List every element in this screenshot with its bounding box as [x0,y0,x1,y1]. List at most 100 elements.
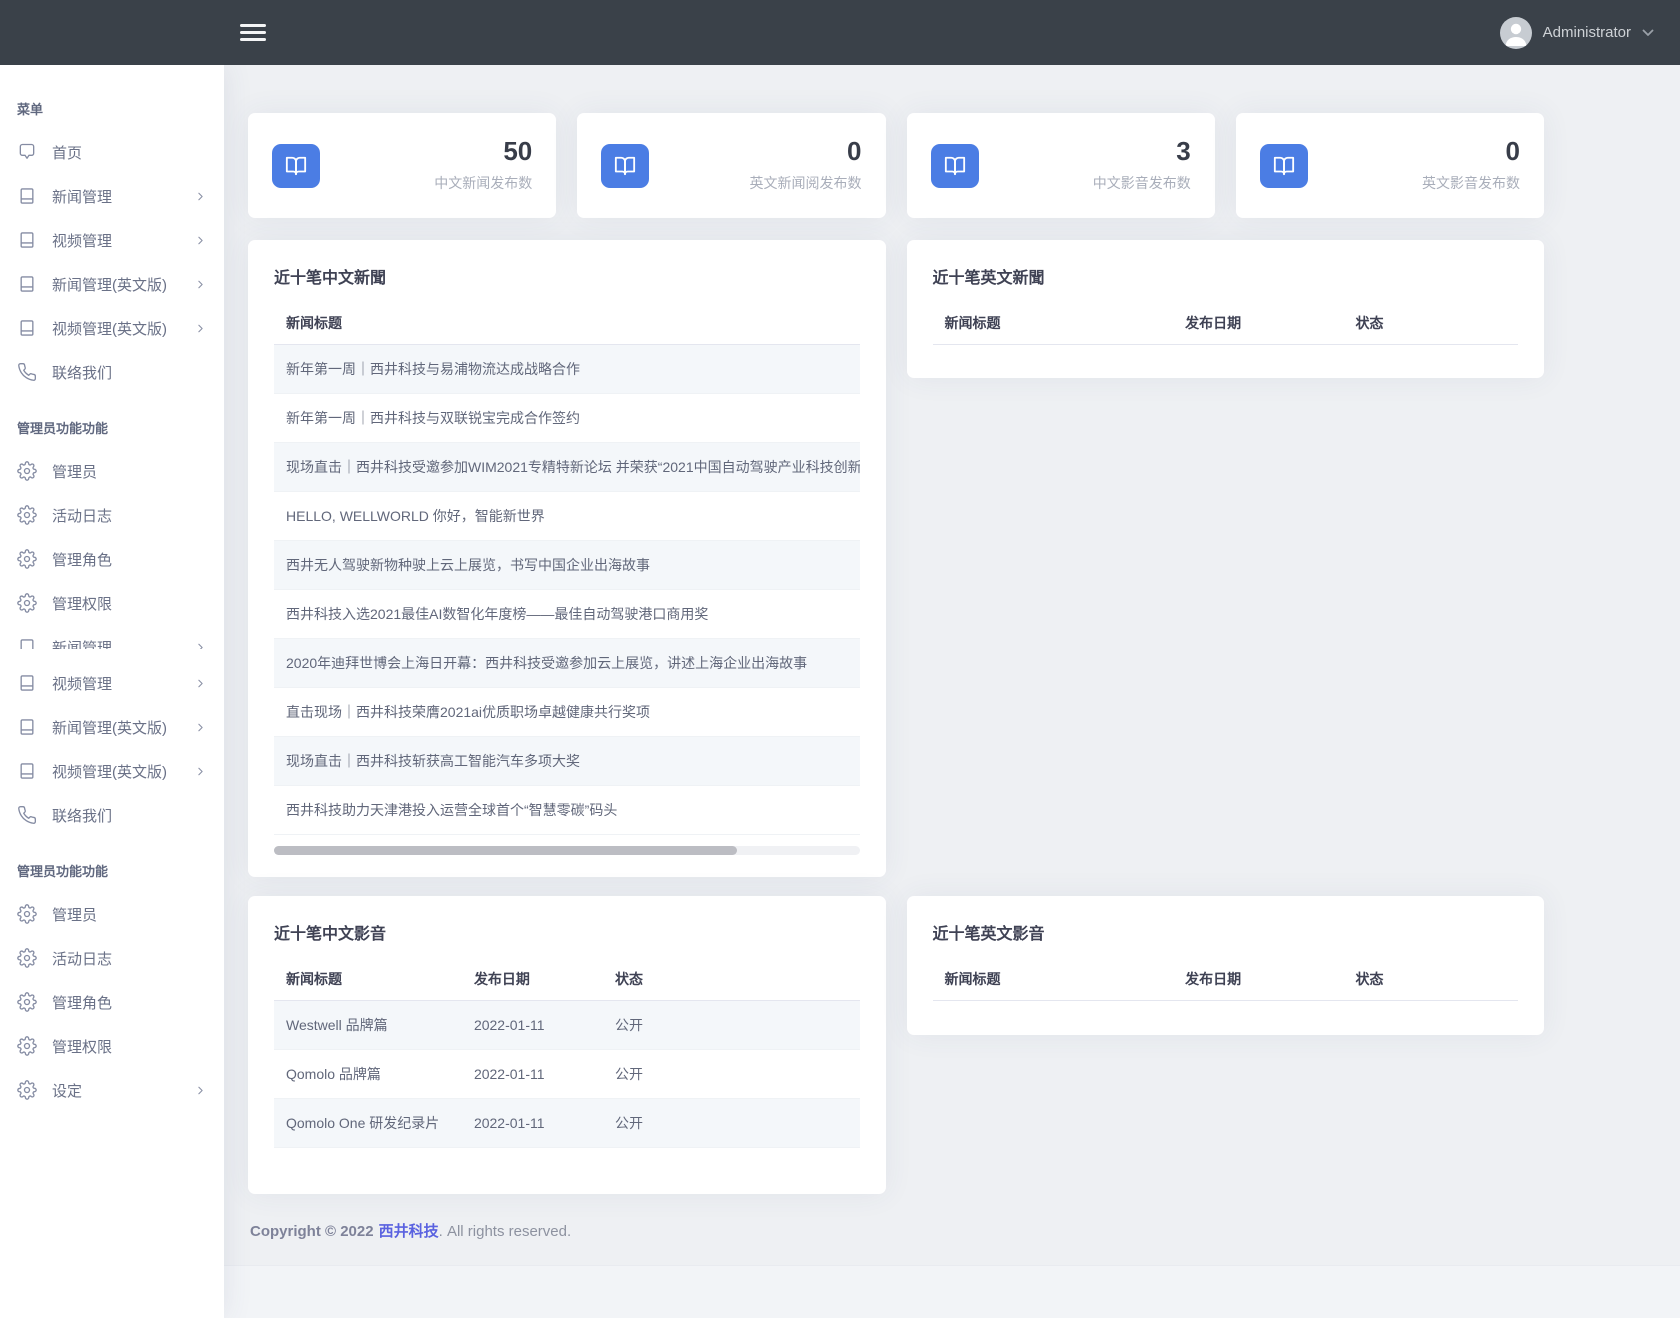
column-header: 发布日期 [1173,302,1343,345]
horizontal-scrollbar[interactable] [274,846,860,855]
panel-title: 近十笔中文新聞 [274,264,860,288]
book-open-icon [285,155,307,177]
book-icon [17,318,37,338]
sidebar-item[interactable]: 视频管理 [0,218,224,262]
sidebar-item[interactable]: 设定 [0,1068,224,1112]
sidebar-item-label: 新闻管理 [52,637,179,650]
gear-icon [17,549,37,569]
username: Administrator [1543,24,1631,41]
stat-icon-badge [931,144,979,188]
video-row[interactable]: Westwell 品牌篇 2022-01-11 公开 [274,1001,860,1050]
news-row[interactable]: 新年第一周｜西井科技与易浦物流达成战略合作 [274,345,860,394]
book-open-icon [614,155,636,177]
scrollbar-thumb[interactable] [274,846,737,855]
sidebar-item[interactable]: 管理角色 [0,980,224,1024]
sidebar-item[interactable]: 管理权限 [0,581,224,625]
chevron-right-icon [194,641,207,650]
sidebar-item[interactable]: 新闻管理(英文版) [0,262,224,306]
sidebar-item[interactable]: 视频管理(英文版) [0,749,224,793]
chevron-right-icon [194,278,207,291]
news-title-cell: HELLO, WELLWORLD 你好，智能新世界 [274,492,860,541]
date-cell: 2022-01-11 [462,1050,603,1099]
sidebar-item-label: 视频管理(英文版) [52,318,179,339]
chevron-right-icon [194,322,207,335]
news-row[interactable]: 直击现场｜西井科技荣膺2021ai优质职场卓越健康共行奖项 [274,688,860,737]
video-row[interactable]: Qomolo 品牌篇 2022-01-11 公开 [274,1050,860,1099]
chevron-right-icon [194,677,207,690]
stat-label: 中文影音发布数 [1093,173,1191,193]
stat-card: 3 中文影音发布数 [907,113,1215,218]
user-menu[interactable]: Administrator [1500,17,1654,49]
stat-value: 0 [750,138,862,164]
column-header: 新闻标题 [933,958,1174,1001]
sidebar-item[interactable]: 视频管理(英文版) [0,306,224,350]
news-title-cell: 西井科技助力天津港投入运营全球首个“智慧零碳”码头 [274,786,860,835]
brand-link[interactable]: 西井科技 [379,1223,439,1240]
sidebar-item-label: 管理角色 [52,549,207,570]
book-open-icon [1273,155,1295,177]
stat-icon-badge [272,144,320,188]
sidebar-item[interactable]: 新闻管理 [0,174,224,218]
news-row[interactable]: 现场直击｜西井科技斩获高工智能汽车多项大奖 [274,737,860,786]
news-title-cell: 2020年迪拜世博会上海日开幕：西井科技受邀参加云上展览，讲述上海企业出海故事 [274,639,860,688]
news-row[interactable]: HELLO, WELLWORLD 你好，智能新世界 [274,492,860,541]
sidebar-item-label: 活动日志 [52,505,207,526]
news-row[interactable]: 新年第一周｜西井科技与双联锐宝完成合作签约 [274,394,860,443]
column-header: 状态 [603,958,859,1001]
sidebar-item-label: 新闻管理(英文版) [52,717,179,738]
column-header: 发布日期 [462,958,603,1001]
sidebar-item[interactable]: 管理员 [0,449,224,493]
copyright-suffix: . All rights reserved. [439,1223,572,1240]
topbar: Administrator [0,0,1680,65]
footer-copyright: Copyright © 2022西井科技. All rights reserve… [248,1194,1544,1265]
sidebar-section-heading: 管理员功能功能 [0,837,224,892]
sidebar-item[interactable]: 联络我们 [0,350,224,394]
phone-icon [17,805,37,825]
sidebar-item[interactable]: 活动日志 [0,493,224,537]
cn-news-table: 新闻标题 新年第一周｜西井科技与易浦物流达成战略合作 新年第一周｜西井科技与双联… [274,302,860,835]
hamburger-menu-button[interactable] [240,22,268,44]
sidebar-item[interactable]: 管理权限 [0,1024,224,1068]
chevron-right-icon [194,234,207,247]
sidebar-item[interactable]: 首页 [0,130,224,174]
stat-icon-badge [601,144,649,188]
stat-value: 3 [1093,138,1191,164]
stat-card: 0 英文影音发布数 [1236,113,1544,218]
news-title-cell: 新年第一周｜西井科技与易浦物流达成战略合作 [274,345,860,394]
date-cell: 2022-01-11 [462,1099,603,1148]
sidebar-item[interactable]: 新闻管理 [0,625,224,649]
gear-icon [17,904,37,924]
book-icon [17,274,37,294]
news-row[interactable]: 2020年迪拜世博会上海日开幕：西井科技受邀参加云上展览，讲述上海企业出海故事 [274,639,860,688]
sidebar-item-label: 管理员 [52,461,207,482]
sidebar-item[interactable]: 新闻管理(英文版) [0,705,224,749]
sidebar-item-label: 视频管理 [52,230,179,251]
panel-title: 近十笔中文影音 [274,920,860,944]
sidebar-item[interactable]: 联络我们 [0,793,224,837]
chevron-right-icon [194,721,207,734]
book-open-icon [944,155,966,177]
book-icon [17,637,37,649]
book-icon [17,230,37,250]
video-title-cell: Qomolo One 研发纪录片 [274,1099,462,1148]
sidebar-item[interactable]: 管理角色 [0,537,224,581]
news-row[interactable]: 西井科技助力天津港投入运营全球首个“智慧零碳”码头 [274,786,860,835]
column-header: 发布日期 [1173,958,1343,1001]
news-row[interactable]: 西井无人驾驶新物种驶上云上展览，书写中国企业出海故事 [274,541,860,590]
sidebar-item[interactable]: 视频管理 [0,661,224,705]
chevron-right-icon [194,190,207,203]
video-row[interactable]: Qomolo One 研发纪录片 2022-01-11 公开 [274,1099,860,1148]
sidebar-item-label: 视频管理(英文版) [52,761,179,782]
news-row[interactable]: 西井科技入选2021最佳AI数智化年度榜——最佳自动驾驶港口商用奖 [274,590,860,639]
status-cell: 公开 [603,1099,859,1148]
gear-icon [17,593,37,613]
sidebar-item[interactable]: 活动日志 [0,936,224,980]
en-video-table: 新闻标题发布日期状态 [933,958,1519,1001]
avatar [1500,17,1532,49]
news-row[interactable]: 现场直击｜西井科技受邀参加WIM2021专精特新论坛 并荣获“2021中国自动驾… [274,443,860,492]
gear-icon [17,505,37,525]
sidebar-item[interactable]: 管理员 [0,892,224,936]
phone-icon [17,362,37,382]
status-cell: 公开 [603,1050,859,1099]
sidebar-item-label: 首页 [52,142,207,163]
